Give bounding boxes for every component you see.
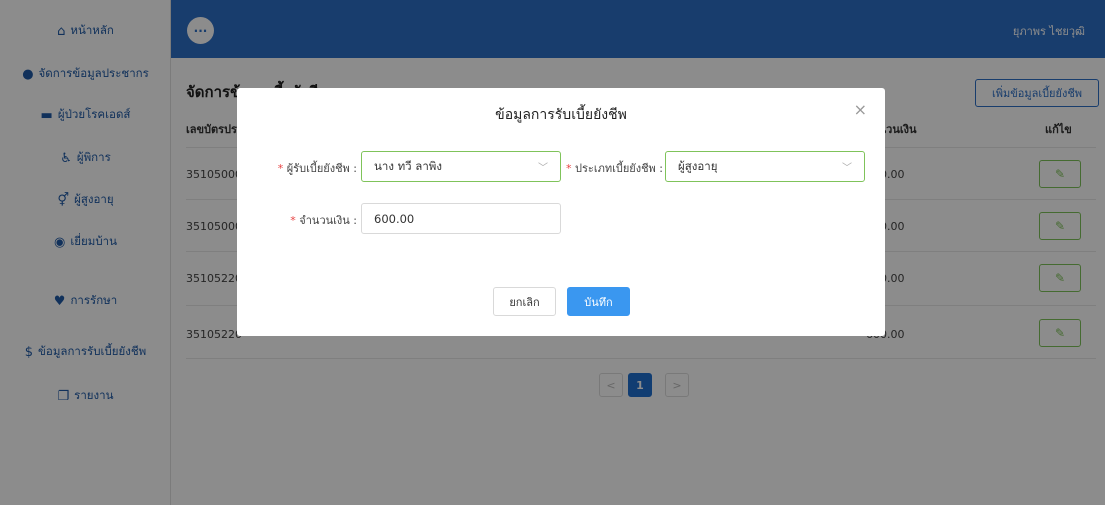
recipient-label: * ผู้รับเบี้ยยังชีพ : <box>257 159 357 177</box>
type-label-text: ประเภทเบี้ยยังชีพ : <box>575 162 663 175</box>
recipient-label-text: ผู้รับเบี้ยยังชีพ : <box>286 162 357 175</box>
cancel-button[interactable]: ยกเลิก <box>493 287 556 316</box>
required-marker: * <box>290 214 300 227</box>
allowance-modal: ข้อมูลการรับเบี้ยยังชีพ × * ผู้รับเบี้ยย… <box>237 88 885 336</box>
amount-label: * จำนวนเงิน : <box>257 211 357 229</box>
modal-title: ข้อมูลการรับเบี้ยยังชีพ <box>495 107 627 123</box>
recipient-select[interactable]: นาง ทวี ลาพิง ﹀ <box>361 151 561 182</box>
amount-input[interactable]: 600.00 <box>361 203 561 234</box>
required-marker: * <box>277 162 287 175</box>
amount-label-text: จำนวนเงิน : <box>299 214 357 227</box>
chevron-down-icon: ﹀ <box>538 163 548 174</box>
required-marker: * <box>566 162 576 175</box>
type-select[interactable]: ผู้สูงอายุ ﹀ <box>665 151 865 182</box>
save-button[interactable]: บันทึก <box>567 287 630 316</box>
type-label: * ประเภทเบี้ยยังชีพ : <box>563 159 663 177</box>
chevron-down-icon: ﹀ <box>842 163 852 174</box>
close-icon[interactable]: × <box>854 100 867 119</box>
recipient-value: นาง ทวี ลาพิง <box>374 158 442 173</box>
type-value: ผู้สูงอายุ <box>678 158 718 173</box>
